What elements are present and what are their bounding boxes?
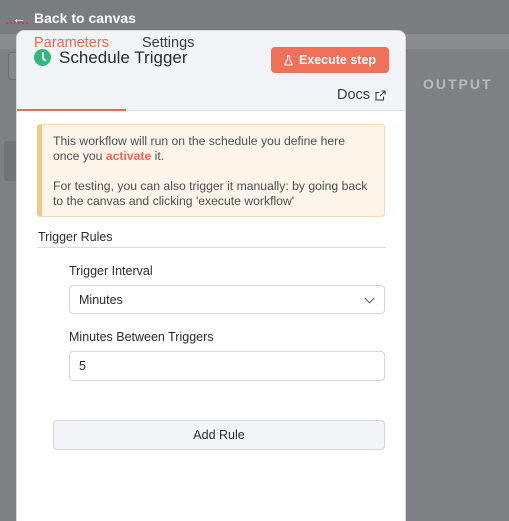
section-divider	[37, 247, 386, 248]
notice-testing-text: For testing, you can also trigger it man…	[53, 179, 368, 208]
trigger-interval-select[interactable]: Minutes	[69, 285, 385, 314]
flask-icon	[284, 54, 293, 66]
notice-activate-text: This workflow will run on the schedule y…	[53, 134, 345, 163]
docs-link[interactable]: Docs	[337, 87, 386, 103]
external-link-icon	[375, 89, 386, 101]
back-to-canvas-label: Back to canvas	[34, 10, 136, 26]
output-pane-title: OUTPUT	[423, 76, 493, 92]
minutes-between-triggers-input[interactable]	[69, 351, 385, 381]
minutes-between-triggers-label: Minutes Between Triggers	[69, 330, 214, 344]
trigger-interval-value: Minutes	[79, 293, 123, 307]
arrow-left-icon: ←	[12, 10, 26, 26]
chevron-down-icon	[364, 293, 375, 304]
execute-step-label: Execute step	[298, 53, 377, 67]
activate-link[interactable]: activate	[106, 149, 151, 163]
active-tab-indicator	[17, 109, 126, 111]
schedule-notice: This workflow will run on the schedule y…	[37, 124, 385, 217]
tab-parameters[interactable]: Parameters	[34, 35, 109, 51]
node-settings-panel: Schedule Trigger Execute step Parameters…	[16, 30, 406, 521]
trigger-rules-title: Trigger Rules	[38, 230, 113, 244]
output-pane	[406, 49, 509, 521]
trigger-interval-label: Trigger Interval	[69, 264, 153, 278]
tab-settings[interactable]: Settings	[142, 35, 194, 51]
docs-label: Docs	[337, 87, 371, 103]
clock-icon	[34, 49, 51, 66]
back-to-canvas-link[interactable]: ← Back to canvas	[12, 9, 136, 27]
input-pane-block	[4, 141, 16, 181]
add-rule-label: Add Rule	[193, 428, 245, 442]
add-rule-button[interactable]: Add Rule	[53, 420, 385, 450]
node-title[interactable]: Schedule Trigger	[59, 48, 188, 68]
input-pane	[0, 49, 16, 521]
execute-step-button[interactable]: Execute step	[271, 47, 389, 73]
